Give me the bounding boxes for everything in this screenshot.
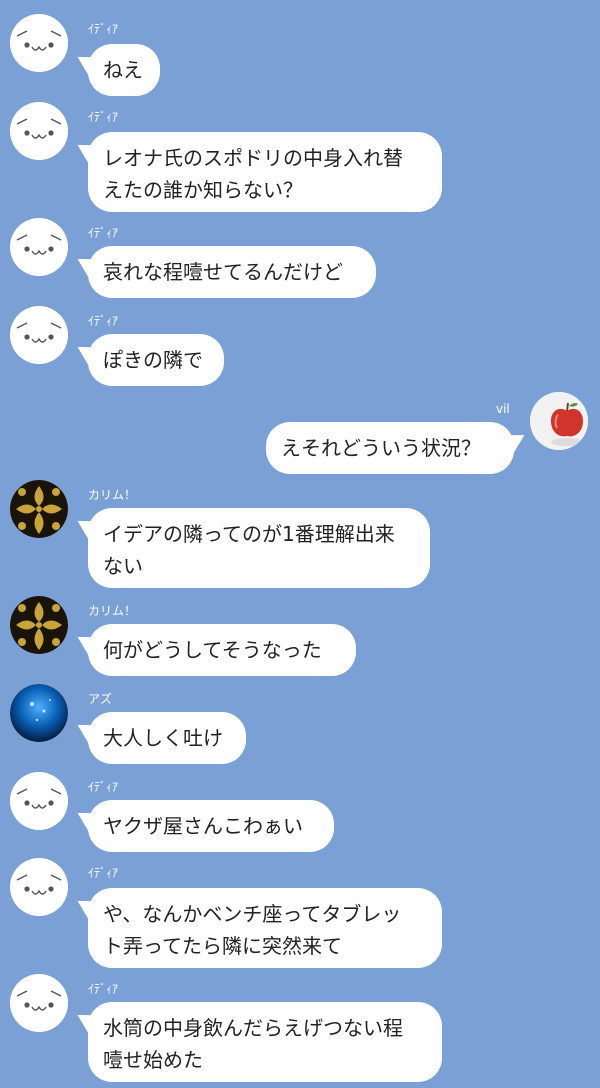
message-bubble[interactable]: 何がどうしてそうなった [88,624,356,676]
message-bubble[interactable]: レオナ氏のスポドリの中身入れ替 えたの誰か知らない？ [88,132,442,212]
idia-face-icon[interactable] [10,102,68,160]
sender-name: ｲﾃﾞｨｱ [88,314,119,328]
message-bubble[interactable]: ぽきの隣で [88,334,224,386]
sender-name: ｲﾃﾞｨｱ [88,22,119,36]
sender-name: ｲﾃﾞｨｱ [88,110,119,124]
idia-face-icon[interactable] [10,858,68,916]
message-bubble[interactable]: ヤクザ屋さんこわぁい [88,800,334,852]
gold-damask-icon[interactable] [10,480,68,538]
sender-name: カリム！ [88,488,137,502]
message-bubble[interactable]: えそれどういう状況？ [266,422,514,474]
idia-face-icon[interactable] [10,306,68,364]
blue-ocean-icon[interactable] [10,684,68,742]
gold-damask-icon[interactable] [10,596,68,654]
sender-name: ｲﾃﾞｨｱ [88,866,119,880]
chat-timeline[interactable]: ｲﾃﾞｨｱ ねえ ｲﾃﾞｨｱ レオナ氏のスポドリの中身入れ替 えたの誰か知らない… [0,0,600,1088]
apple-icon[interactable] [530,392,588,450]
message-bubble[interactable]: 哀れな程噎せてるんだけど [88,246,376,298]
message-bubble[interactable]: 大人しく吐け [88,712,246,764]
idia-face-icon[interactable] [10,772,68,830]
message-bubble[interactable]: イデアの隣ってのが1番理解出来 ない [88,508,430,588]
message-bubble[interactable]: や、なんかベンチ座ってタブレッ ト弄ってたら隣に突然来て [88,888,442,968]
sender-name: ｲﾃﾞｨｱ [88,780,119,794]
sender-name: ｲﾃﾞｨｱ [88,226,119,240]
message-bubble[interactable]: ねえ [88,44,160,96]
message-bubble[interactable]: 水筒の中身飲んだらえげつない程 噎せ始めた [88,1002,442,1082]
sender-name: ｲﾃﾞｨｱ [88,982,119,996]
sender-name: カリム！ [88,604,137,618]
idia-face-icon[interactable] [10,14,68,72]
sender-name: アズ [88,692,113,706]
sender-name: vil [496,402,510,416]
idia-face-icon[interactable] [10,218,68,276]
idia-face-icon[interactable] [10,974,68,1032]
